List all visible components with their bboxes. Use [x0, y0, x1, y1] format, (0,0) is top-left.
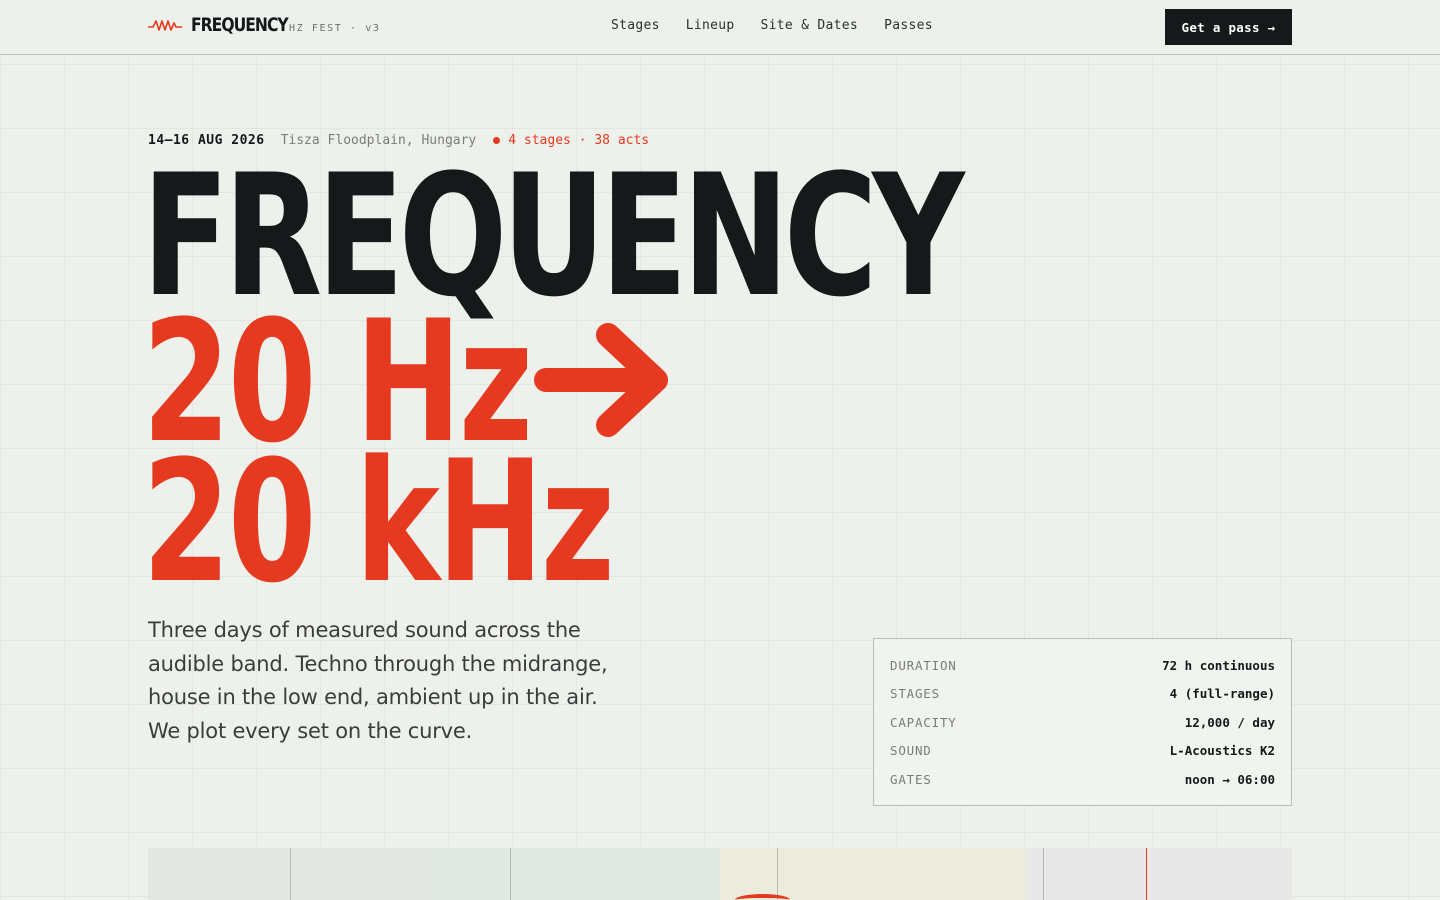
spec-value: 72 h continuous — [1162, 657, 1275, 673]
brand-name: FREQUENCY — [191, 14, 289, 36]
band-segment-high — [720, 848, 1025, 900]
brand-logo-link[interactable]: FREQUENCY HZ FEST · v3 — [148, 14, 380, 36]
top-nav: FREQUENCY HZ FEST · v3 Stages Lineup Sit… — [0, 0, 1440, 55]
spec-key: SOUND — [890, 743, 932, 759]
spec-value: 12,000 / day — [1184, 714, 1275, 730]
get-pass-button[interactable]: Get a pass → — [1165, 9, 1292, 45]
spec-row: GATES noon → 06:00 — [890, 765, 1275, 794]
band-divider — [1043, 848, 1044, 900]
spec-table: DURATION 72 h continuous STAGES 4 (full-… — [873, 638, 1292, 806]
nav-links: Stages Lineup Site & Dates Passes — [611, 18, 933, 33]
waveform-icon — [148, 20, 182, 31]
band-segment-mid — [433, 848, 720, 900]
spec-row: STAGES 4 (full-range) — [890, 680, 1275, 709]
band-segment-air — [1025, 848, 1292, 900]
spec-key: STAGES — [890, 686, 940, 702]
nav-link-stages[interactable]: Stages — [611, 18, 660, 33]
spec-key: DURATION — [890, 657, 957, 673]
arrow-right-icon — [534, 323, 668, 437]
spec-value: noon → 06:00 — [1184, 771, 1275, 787]
band-divider — [290, 848, 291, 900]
band-divider — [510, 848, 511, 900]
nav-link-passes[interactable]: Passes — [884, 18, 933, 33]
spec-value: L-Acoustics K2 — [1169, 743, 1275, 759]
band-marker — [1146, 848, 1147, 900]
brand-subtitle: HZ FEST · v3 — [289, 22, 381, 34]
spec-row: DURATION 72 h continuous — [890, 651, 1275, 680]
spec-value: 4 (full-range) — [1169, 686, 1275, 702]
hero-description: Three days of measured sound across the … — [148, 618, 608, 743]
spec-key: CAPACITY — [890, 714, 957, 730]
band-divider — [777, 848, 778, 900]
frequency-band-strip — [148, 848, 1292, 900]
curve-peak — [735, 894, 790, 900]
spec-key: GATES — [890, 771, 932, 787]
nav-link-lineup[interactable]: Lineup — [686, 18, 735, 33]
spec-row: CAPACITY 12,000 / day — [890, 708, 1275, 737]
nav-link-site-dates[interactable]: Site & Dates — [761, 18, 859, 33]
hero-range-high: 20 kHz — [142, 424, 615, 620]
spec-row: SOUND L-Acoustics K2 — [890, 737, 1275, 766]
